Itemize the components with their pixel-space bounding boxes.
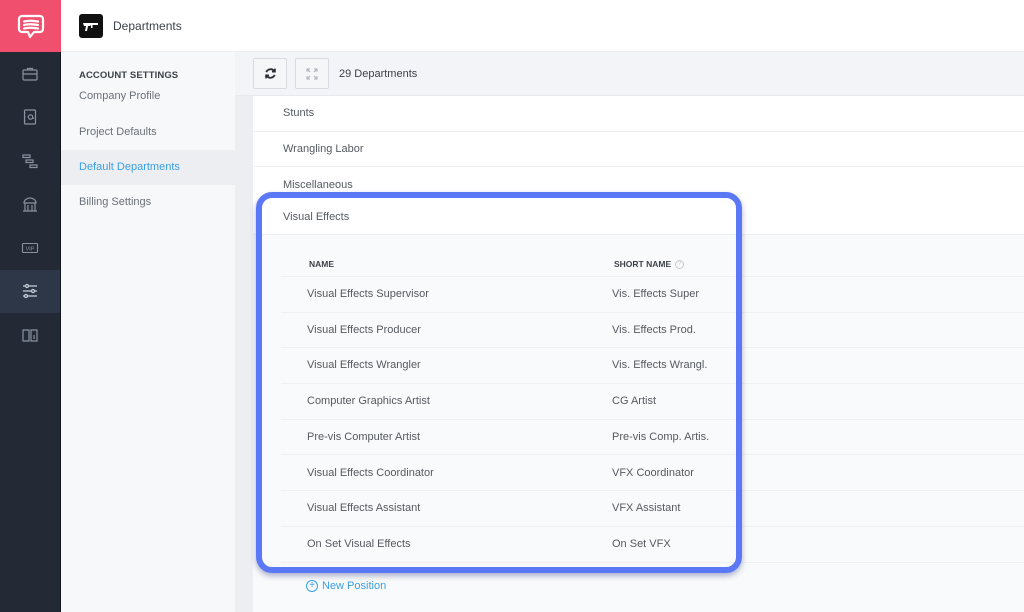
settings-link-billing-settings[interactable]: Billing Settings [61,185,235,220]
briefcase-icon [22,67,38,81]
plus-circle-icon: + [306,580,318,592]
rail-item-schedule[interactable] [0,139,60,183]
position-row[interactable]: Visual Effects Supervisor Vis. Effects Su… [281,277,1024,313]
svg-text:VIP: VIP [26,246,35,252]
settings-heading: ACCOUNT SETTINGS [79,70,179,81]
department-name: Visual Effects [283,210,350,223]
refresh-button[interactable] [253,58,287,89]
column-header-short-name-label: SHORT NAME [614,259,672,269]
rail-item-contacts[interactable] [0,96,60,140]
position-name: Visual Effects Supervisor [307,288,429,300]
app-logo[interactable] [0,0,61,52]
department-row[interactable]: Miscellaneous [253,167,1024,204]
rifle-icon [79,13,103,38]
position-short-name: Vis. Effects Prod. [612,323,696,336]
page-header: Departments [61,0,1024,52]
department-name: Stunts [283,107,315,120]
department-name: Wrangling Labor [283,143,364,156]
info-book-icon [22,329,38,342]
positions-table-header: NAME SHORT NAME ? [281,255,1024,277]
vip-icon: VIP [21,242,39,253]
position-name: On Set Visual Effects [307,537,411,550]
department-row-expanded[interactable]: Visual Effects [253,199,1024,235]
position-row[interactable]: On Set Visual Effects On Set VFX [281,527,1024,563]
position-row[interactable]: Visual Effects Coordinator VFX Coordinato… [281,456,1024,492]
position-name: Visual Effects Producer [307,323,421,336]
positions-panel: NAME SHORT NAME ? Visual Effects Supervi… [253,235,1024,612]
app-rail: VIP [0,0,61,612]
position-short-name: On Set VFX [612,537,671,550]
rail-item-help[interactable] [0,313,60,357]
new-position-button[interactable]: + New Position [306,580,386,592]
expand-icon [306,68,318,79]
position-name: Visual Effects Assistant [307,502,421,515]
settings-link-project-defaults[interactable]: Project Defaults [61,115,235,150]
contact-book-icon [23,109,37,125]
content-gutter [235,52,253,612]
settings-link-company-profile[interactable]: Company Profile [61,85,235,107]
department-name: Miscellaneous [283,178,353,191]
sliders-icon [23,284,37,299]
rail-item-vip[interactable]: VIP [0,226,60,270]
settings-sidebar: ACCOUNT SETTINGS Company Profile Project… [61,52,235,612]
position-name: Visual Effects Coordinator [307,466,434,479]
position-name: Computer Graphics Artist [307,395,430,408]
building-icon [23,197,37,212]
department-row[interactable]: Stunts [253,96,1024,132]
expand-all-button[interactable] [295,58,329,89]
department-list: Stunts Wrangling Labor Miscellaneous [253,96,1024,204]
position-short-name: VFX Assistant [612,502,681,515]
new-position-label: New Position [322,580,387,592]
chat-bubble-icon [17,14,44,39]
position-short-name: Pre-vis Comp. Artis. [612,430,710,443]
position-name: Visual Effects Wrangler [307,359,421,372]
department-row[interactable]: Wrangling Labor [253,131,1024,168]
position-name: Pre-vis Computer Artist [307,430,421,443]
rail-item-settings[interactable] [0,269,60,313]
departments-toolbar: 29 Departments [235,52,1024,96]
position-short-name: VFX Coordinator [612,466,694,479]
column-header-name: NAME [309,259,335,269]
column-header-short-name: SHORT NAME ? [614,259,685,269]
position-row[interactable]: Visual Effects Producer Vis. Effects Prod… [281,313,1024,349]
refresh-icon [264,68,276,79]
settings-link-default-departments[interactable]: Default Departments [61,150,235,185]
gantt-icon [22,154,38,168]
rail-item-projects[interactable] [0,52,60,96]
position-row[interactable]: Computer Graphics Artist CG Artist [281,384,1024,420]
position-row[interactable]: Visual Effects Wrangler Vis. Effects Wran… [281,348,1024,385]
rail-item-locations[interactable] [0,183,60,227]
page-title: Departments [113,18,182,33]
position-short-name: CG Artist [612,395,657,408]
position-short-name: Vis. Effects Wrangl. [612,359,708,372]
department-count: 29 Departments [339,67,418,80]
position-short-name: Vis. Effects Super [612,288,700,300]
help-icon[interactable]: ? [675,259,685,269]
position-row[interactable]: Visual Effects Assistant VFX Assistant [281,491,1024,527]
position-row[interactable]: Pre-vis Computer Artist Pre-vis Comp. Art… [281,420,1024,456]
